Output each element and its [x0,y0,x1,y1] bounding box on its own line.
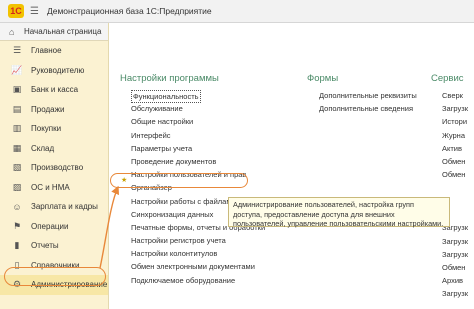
section-production[interactable]: ▧ Производство [0,158,108,178]
link-service-7[interactable]: Обмен [442,168,468,181]
home-page-tab[interactable]: ⌂ Начальная страница [0,23,108,41]
section-label: Главное [31,46,62,56]
link-interface[interactable]: Интерфейс [131,129,265,142]
link-service-1[interactable]: Сверк [442,89,468,102]
reports-icon: ▮ [14,240,20,251]
sections-list: ☰ Главное 📈 Руководителю ▣ Банк и касса ▤ Пр… [0,41,108,295]
chart-icon: 📈 [11,64,23,75]
section-assets[interactable]: ▨ ОС и НМА [0,178,108,198]
section-main[interactable]: ☰ Главное [0,41,108,61]
administration-panel: Настройки программы Формы Сервис Функцио… [109,23,474,309]
section-label: Банк и касса [31,85,79,95]
forms-links: Дополнительные реквизиты Дополнительные … [319,89,417,115]
settings-header: Настройки программы [120,73,219,84]
section-label: Руководителю [31,65,85,75]
factory-icon: ▧ [12,162,22,173]
app-logo: 1С [8,4,24,18]
link-service-13[interactable]: Загрузк [442,287,468,300]
section-operations[interactable]: ⚑ Операции [0,217,108,237]
home-icon: ⌂ [9,26,15,37]
link-service-9[interactable]: Загрузк [442,235,468,248]
section-warehouse[interactable]: ▦ Склад [0,139,108,159]
home-label: Начальная страница [24,27,102,36]
menu-icon[interactable]: ☰ [30,6,39,17]
section-label: ОС и НМА [31,182,70,192]
link-edi-exchange[interactable]: Обмен электронными документами [131,260,265,273]
link-document-posting[interactable]: Проведение документов [131,155,265,168]
highlight-administration [4,267,106,286]
section-label: Производство [31,163,84,173]
link-additional-info[interactable]: Дополнительные сведения [319,102,417,115]
highlight-users-rights [110,173,248,188]
link-additional-attributes[interactable]: Дополнительные реквизиты [319,89,417,102]
link-headers-footers[interactable]: Настройки колонтитулов [131,247,265,260]
link-service-4[interactable]: Журна [442,129,468,142]
warehouse-icon: ▦ [12,142,22,153]
cart-icon: ▤ [12,103,22,114]
link-service-12[interactable]: Архив [442,274,468,287]
people-icon: ☺ [12,201,22,212]
service-links: Сверк Загрузк Истори Журна Актив Обмен О… [442,89,468,300]
basket-icon: ▥ [12,123,22,134]
section-label: Зарплата и кадры [31,202,98,212]
service-header: Сервис [431,73,464,84]
operations-icon: ⚑ [12,220,22,231]
link-general-settings[interactable]: Общие настройки [131,115,265,128]
tooltip: Администрирование пользователей, настрой… [228,197,450,228]
link-service-10[interactable]: Загрузк [442,248,468,261]
link-maintenance[interactable]: Обслуживание [131,102,265,115]
link-functionality[interactable]: Функциональность [131,90,201,103]
link-equipment[interactable]: Подключаемое оборудование [131,274,265,287]
section-purchases[interactable]: ▥ Покупки [0,119,108,139]
forms-header: Формы [307,73,339,84]
assets-icon: ▨ [12,181,22,192]
link-service-11[interactable]: Обмен [442,261,468,274]
section-salary[interactable]: ☺ Зарплата и кадры [0,197,108,217]
section-manager[interactable]: 📈 Руководителю [0,61,108,81]
link-service-6[interactable]: Обмен [442,155,468,168]
section-reports[interactable]: ▮ Отчеты [0,236,108,256]
title-bar: 1С ☰ Демонстрационная база 1С:Предприяти… [0,0,474,23]
link-accounting-parameters[interactable]: Параметры учета [131,142,265,155]
list-icon: ☰ [12,45,22,56]
link-service-3[interactable]: Истори [442,115,468,128]
section-bank[interactable]: ▣ Банк и касса [0,80,108,100]
section-label: Склад [31,143,55,153]
section-label: Продажи [31,104,65,114]
bank-icon: ▣ [12,84,22,95]
section-sales[interactable]: ▤ Продажи [0,100,108,120]
window-title: Демонстрационная база 1С:Предприятие [46,6,212,16]
link-service-2[interactable]: Загрузк [442,102,468,115]
link-service-5[interactable]: Актив [442,142,468,155]
section-label: Отчеты [31,241,59,251]
link-registers-settings[interactable]: Настройки регистров учета [131,234,265,247]
section-label: Покупки [31,124,62,134]
section-label: Операции [31,221,69,231]
